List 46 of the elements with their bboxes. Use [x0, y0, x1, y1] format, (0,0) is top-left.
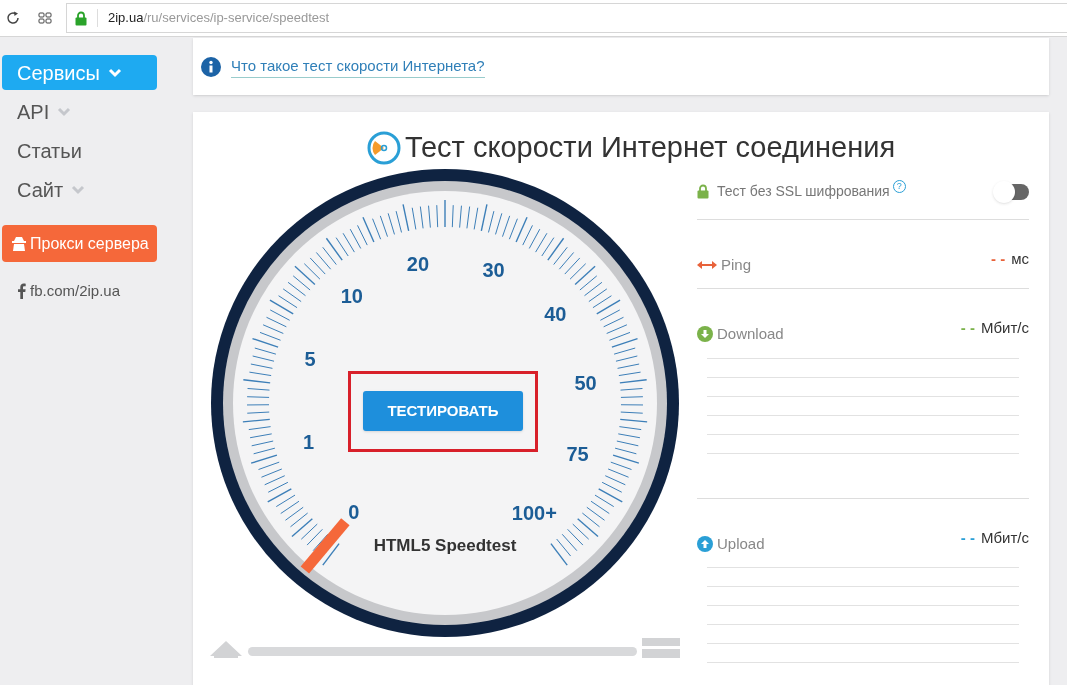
upload-icon: [697, 535, 713, 552]
facebook-link[interactable]: fb.com/2ip.ua: [30, 280, 121, 303]
speedometer-logo-icon: [366, 130, 401, 165]
padlock-icon: [75, 10, 87, 26]
server-icon: [642, 637, 680, 658]
download-icon: [697, 326, 713, 343]
scale-label: 50: [574, 371, 597, 394]
metric-unit: Мбит/с: [981, 527, 1029, 548]
reload-icon[interactable]: [6, 11, 20, 25]
gauge-caption: HTML5 Speedtest: [373, 535, 517, 555]
sidebar-item[interactable]: API: [2, 94, 157, 129]
metric-value: - -: [960, 318, 975, 338]
gauge-needle: [300, 517, 350, 574]
scale-label: 40: [544, 302, 567, 325]
page-title: Тест скорости Интернет соединения: [404, 130, 896, 165]
info-link[interactable]: Что такое тест скорости Интернета?: [231, 54, 485, 79]
chevron-down-icon: [57, 106, 72, 117]
ssl-option-label: Тест без SSL шифрования: [717, 182, 890, 201]
start-test-button[interactable]: ТЕСТИРОВАТЬ: [363, 391, 523, 431]
sidebar-item[interactable]: Сайт: [2, 172, 157, 207]
scale-label: 1: [302, 430, 315, 453]
scale-label: 100+: [511, 501, 557, 524]
ssl-toggle[interactable]: [995, 183, 1029, 200]
scale-label: 30: [482, 258, 505, 281]
scale-label: 75: [566, 442, 589, 465]
scale-label: 5: [304, 347, 316, 370]
chevron-down-icon: [71, 184, 86, 195]
metric-label: Ping: [721, 254, 752, 275]
url-text: 2ip.ua/ru/services/ip-service/speedtest: [108, 9, 330, 28]
metric-unit: Мбит/с: [981, 318, 1029, 338]
metric-label: Download: [717, 324, 784, 344]
sidebar-item[interactable]: Статьи: [2, 133, 157, 168]
scale-label: 0: [348, 500, 360, 523]
facebook-icon: [18, 283, 26, 300]
scale-label: 20: [406, 252, 430, 275]
metric-value: - -: [991, 248, 1006, 269]
grid-icon[interactable]: [38, 12, 52, 24]
chevron-down-icon: [107, 67, 122, 78]
metric-label: Upload: [717, 533, 765, 554]
address-bar[interactable]: 2ip.ua/ru/services/ip-service/speedtest: [66, 3, 1067, 33]
metric-unit: мс: [1011, 248, 1029, 269]
scale-label: 10: [340, 284, 363, 307]
padlock-icon: [697, 184, 709, 199]
info-icon: [201, 56, 221, 77]
metric-value: - -: [960, 527, 975, 548]
double-arrow-icon: [697, 260, 717, 269]
